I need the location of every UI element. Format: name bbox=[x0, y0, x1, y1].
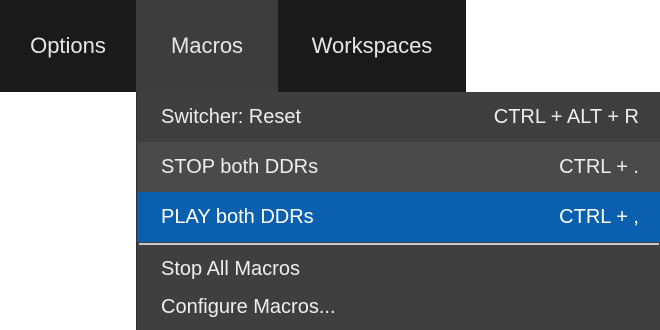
menu-item-shortcut: CTRL + ALT + R bbox=[493, 105, 639, 128]
menu-macros[interactable]: Macros bbox=[136, 0, 278, 92]
menu-workspaces[interactable]: Workspaces bbox=[278, 0, 466, 92]
menu-item-label: Configure Macros... bbox=[161, 295, 336, 318]
menu-options[interactable]: Options bbox=[0, 0, 136, 92]
menu-item-stop-both-ddrs[interactable]: STOP both DDRs CTRL + . bbox=[137, 142, 660, 192]
menu-macros-label: Macros bbox=[170, 33, 244, 58]
menu-separator bbox=[139, 243, 659, 245]
menu-item-label: Switcher: Reset bbox=[161, 105, 302, 128]
menu-item-shortcut: CTRL + . bbox=[559, 155, 639, 178]
menu-item-stop-all-macros[interactable]: Stop All Macros bbox=[137, 250, 660, 288]
menu-item-label: STOP both DDRs bbox=[161, 155, 319, 178]
menu-bar: Options Macros Workspaces bbox=[0, 0, 466, 92]
menu-workspaces-label: Workspaces bbox=[311, 33, 433, 58]
menu-item-shortcut: CTRL + , bbox=[559, 205, 639, 228]
menu-options-label: Options bbox=[30, 33, 106, 58]
menu-item-label: Stop All Macros bbox=[161, 257, 300, 280]
macros-dropdown-menu: Switcher: Reset CTRL + ALT + R STOP both… bbox=[136, 92, 660, 330]
menu-item-configure-macros[interactable]: Configure Macros... bbox=[137, 288, 660, 326]
menu-item-play-both-ddrs[interactable]: PLAY both DDRs CTRL + , bbox=[137, 192, 660, 242]
menu-item-label: PLAY both DDRs bbox=[161, 205, 314, 228]
menu-item-switcher-reset[interactable]: Switcher: Reset CTRL + ALT + R bbox=[137, 92, 660, 142]
